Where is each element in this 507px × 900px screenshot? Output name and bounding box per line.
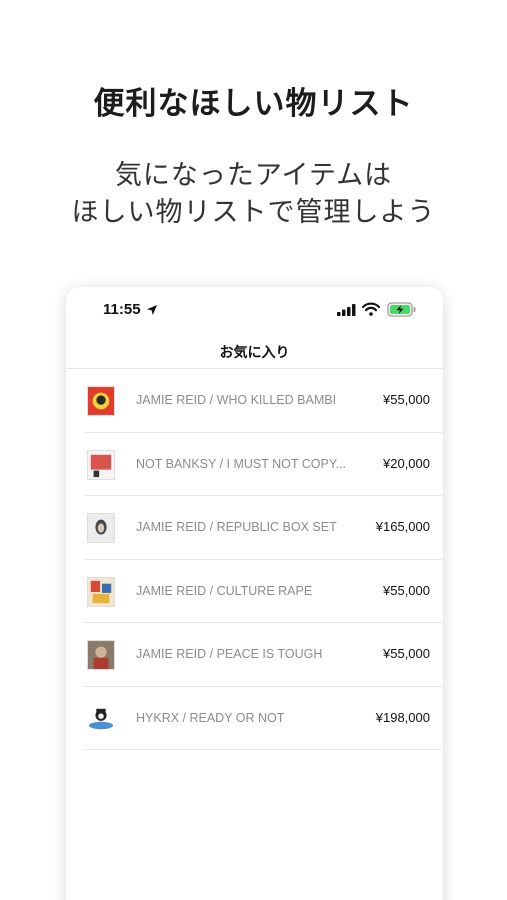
favorites-list: JAMIE REID / WHO KILLED BAMBI ¥55,000 NO… <box>84 369 443 750</box>
item-name: JAMIE REID / CULTURE RAPE <box>136 583 313 598</box>
list-item[interactable]: HYKRX / READY OR NOT ¥198,000 <box>84 687 443 750</box>
artwork-thumbnail <box>87 703 115 734</box>
wifi-icon <box>362 302 380 316</box>
location-arrow-icon <box>147 305 157 315</box>
battery-charging-icon <box>387 302 416 317</box>
status-bar: 11:55 <box>66 287 443 333</box>
item-price: ¥55,000 <box>383 646 430 661</box>
phone-screen: 11:55 お気に入り JAMIE REID / WHO KILLED BAMB… <box>66 287 443 900</box>
list-item[interactable]: JAMIE REID / PEACE IS TOUGH ¥55,000 <box>84 623 443 687</box>
item-name: JAMIE REID / PEACE IS TOUGH <box>136 647 323 661</box>
artwork-thumbnail <box>87 449 115 480</box>
artwork-thumbnail <box>87 640 115 670</box>
app-promo-screen: 便利なほしい物リスト 気になったアイテムは ほしい物リストで管理しよう 11:5… <box>0 0 507 900</box>
cellular-signal-icon <box>337 304 356 316</box>
artwork-thumbnail <box>87 386 115 416</box>
item-name: JAMIE REID / REPUBLIC BOX SET <box>136 520 337 534</box>
list-item[interactable]: JAMIE REID / REPUBLIC BOX SET ¥165,000 <box>84 496 443 560</box>
promo-subline-2: ほしい物リストで管理しよう <box>71 197 436 228</box>
artwork-thumbnail <box>87 513 115 543</box>
status-time: 11:55 <box>103 301 141 318</box>
promo-headline: 便利なほしい物リスト <box>93 86 414 122</box>
nav-bar: お気に入り <box>66 333 443 369</box>
list-item[interactable]: JAMIE REID / CULTURE RAPE ¥55,000 <box>84 560 443 623</box>
item-name: NOT BANKSY / I MUST NOT COPY... <box>136 456 347 471</box>
item-price: ¥198,000 <box>375 709 430 725</box>
list-item[interactable]: NOT BANKSY / I MUST NOT COPY... ¥20,000 <box>84 433 443 496</box>
artwork-thumbnail <box>87 576 115 607</box>
item-price: ¥165,000 <box>375 519 430 534</box>
item-price: ¥55,000 <box>383 582 430 598</box>
item-name: JAMIE REID / WHO KILLED BAMBI <box>136 393 337 407</box>
item-price: ¥55,000 <box>383 392 430 407</box>
item-name: HYKRX / READY OR NOT <box>136 710 285 725</box>
promo-subline-1: 気になったアイテムは <box>114 160 393 191</box>
item-price: ¥20,000 <box>383 455 430 471</box>
list-item[interactable]: JAMIE REID / WHO KILLED BAMBI ¥55,000 <box>84 369 443 433</box>
nav-title: お気に入り <box>219 345 290 361</box>
